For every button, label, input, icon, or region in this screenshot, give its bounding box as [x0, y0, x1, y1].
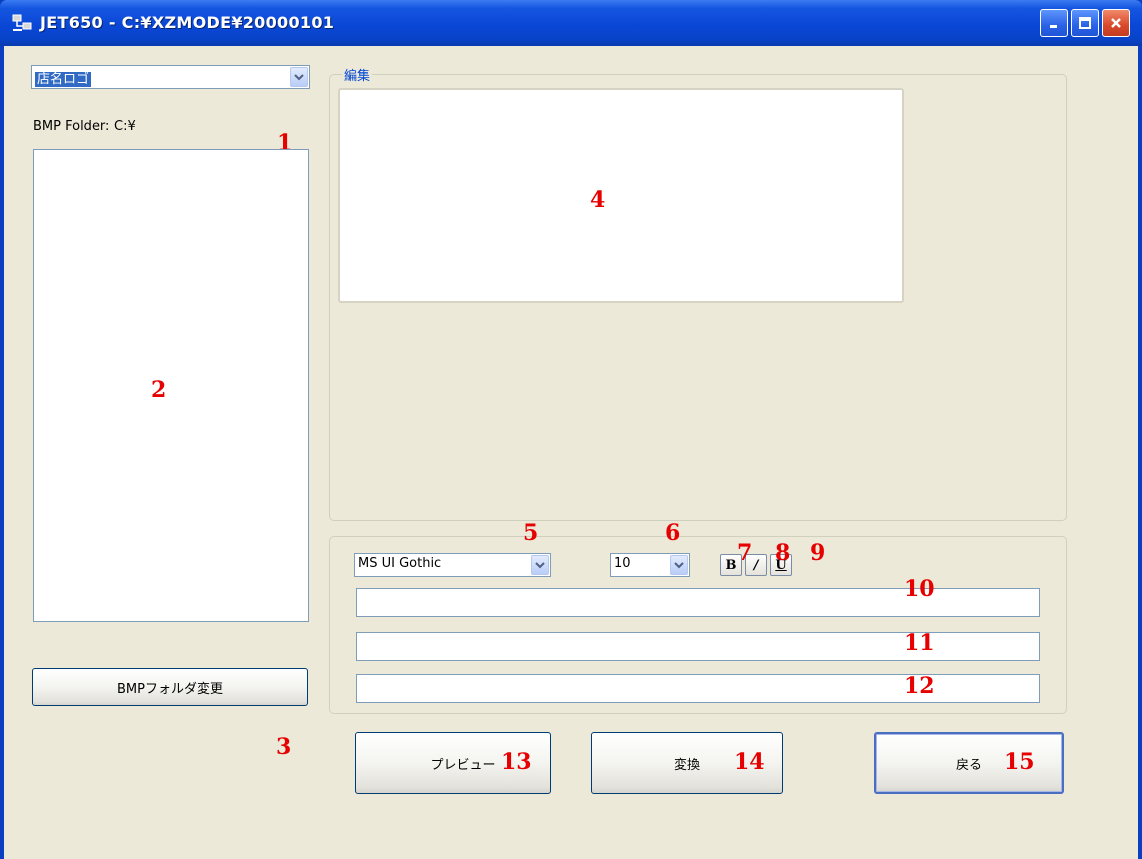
text-line-1-field[interactable] — [356, 588, 1040, 617]
preview-label: プレビュー — [430, 757, 496, 773]
italic-icon: / — [753, 557, 759, 573]
logo-edit-canvas[interactable] — [338, 88, 904, 303]
font-name-value: MS UI Gothic — [358, 556, 442, 571]
text-line-3-field[interactable] — [356, 674, 1040, 703]
change-bmp-folder-button[interactable]: BMPフォルダ変更 — [32, 668, 308, 706]
marker-6: 6 — [665, 520, 681, 546]
chevron-down-icon[interactable] — [290, 67, 308, 87]
marker-4: 4 — [590, 187, 606, 213]
edit-groupbox-label: 編集 — [342, 65, 373, 84]
minimize-button[interactable] — [1040, 9, 1068, 37]
marker-9: 9 — [810, 540, 826, 566]
maximize-icon — [1079, 17, 1091, 29]
maximize-button[interactable] — [1071, 9, 1099, 37]
change-bmp-folder-label: BMPフォルダ変更 — [117, 681, 223, 697]
back-button[interactable]: 戻る — [874, 732, 1064, 794]
logo-type-value: 店名ロゴ — [35, 72, 92, 87]
bold-icon: B — [725, 557, 737, 573]
window-title: JET650 - C:¥XZMODE¥20000101 — [40, 13, 335, 32]
marker-8: 8 — [775, 540, 791, 566]
back-label: 戻る — [955, 757, 982, 773]
bmp-folder-label: BMP Folder: — [33, 119, 110, 134]
marker-14: 14 — [734, 749, 765, 775]
minimize-icon — [1050, 25, 1057, 28]
title-bar[interactable]: JET650 - C:¥XZMODE¥20000101 — [0, 0, 1142, 46]
app-icon — [12, 14, 32, 31]
font-name-combo[interactable]: MS UI Gothic — [354, 553, 551, 577]
close-button[interactable] — [1102, 9, 1130, 37]
marker-3: 3 — [276, 734, 292, 760]
convert-label: 変換 — [673, 757, 700, 773]
logo-type-combo[interactable]: 店名ロゴ — [31, 65, 310, 89]
marker-10: 10 — [904, 576, 935, 602]
bmp-file-list[interactable] — [33, 149, 309, 622]
chevron-down-icon[interactable] — [531, 555, 549, 575]
marker-12: 12 — [904, 673, 935, 699]
app-window: JET650 - C:¥XZMODE¥20000101 店名ロゴ BMP Fol… — [0, 0, 1142, 859]
marker-13: 13 — [501, 749, 532, 775]
marker-2: 2 — [151, 377, 167, 403]
marker-15: 15 — [1004, 749, 1035, 775]
font-size-combo[interactable]: 10 — [610, 553, 690, 577]
close-icon — [1111, 18, 1121, 28]
font-size-value: 10 — [614, 556, 631, 571]
marker-5: 5 — [523, 520, 539, 546]
text-line-2-field[interactable] — [356, 632, 1040, 661]
client-area: 店名ロゴ BMP Folder: C:¥ 1 2 BMPフォルダ変更 3 編集 … — [4, 46, 1138, 859]
marker-11: 11 — [904, 630, 935, 656]
bmp-folder-value: C:¥ — [114, 119, 136, 134]
chevron-down-icon[interactable] — [670, 555, 688, 575]
marker-7: 7 — [737, 540, 753, 566]
